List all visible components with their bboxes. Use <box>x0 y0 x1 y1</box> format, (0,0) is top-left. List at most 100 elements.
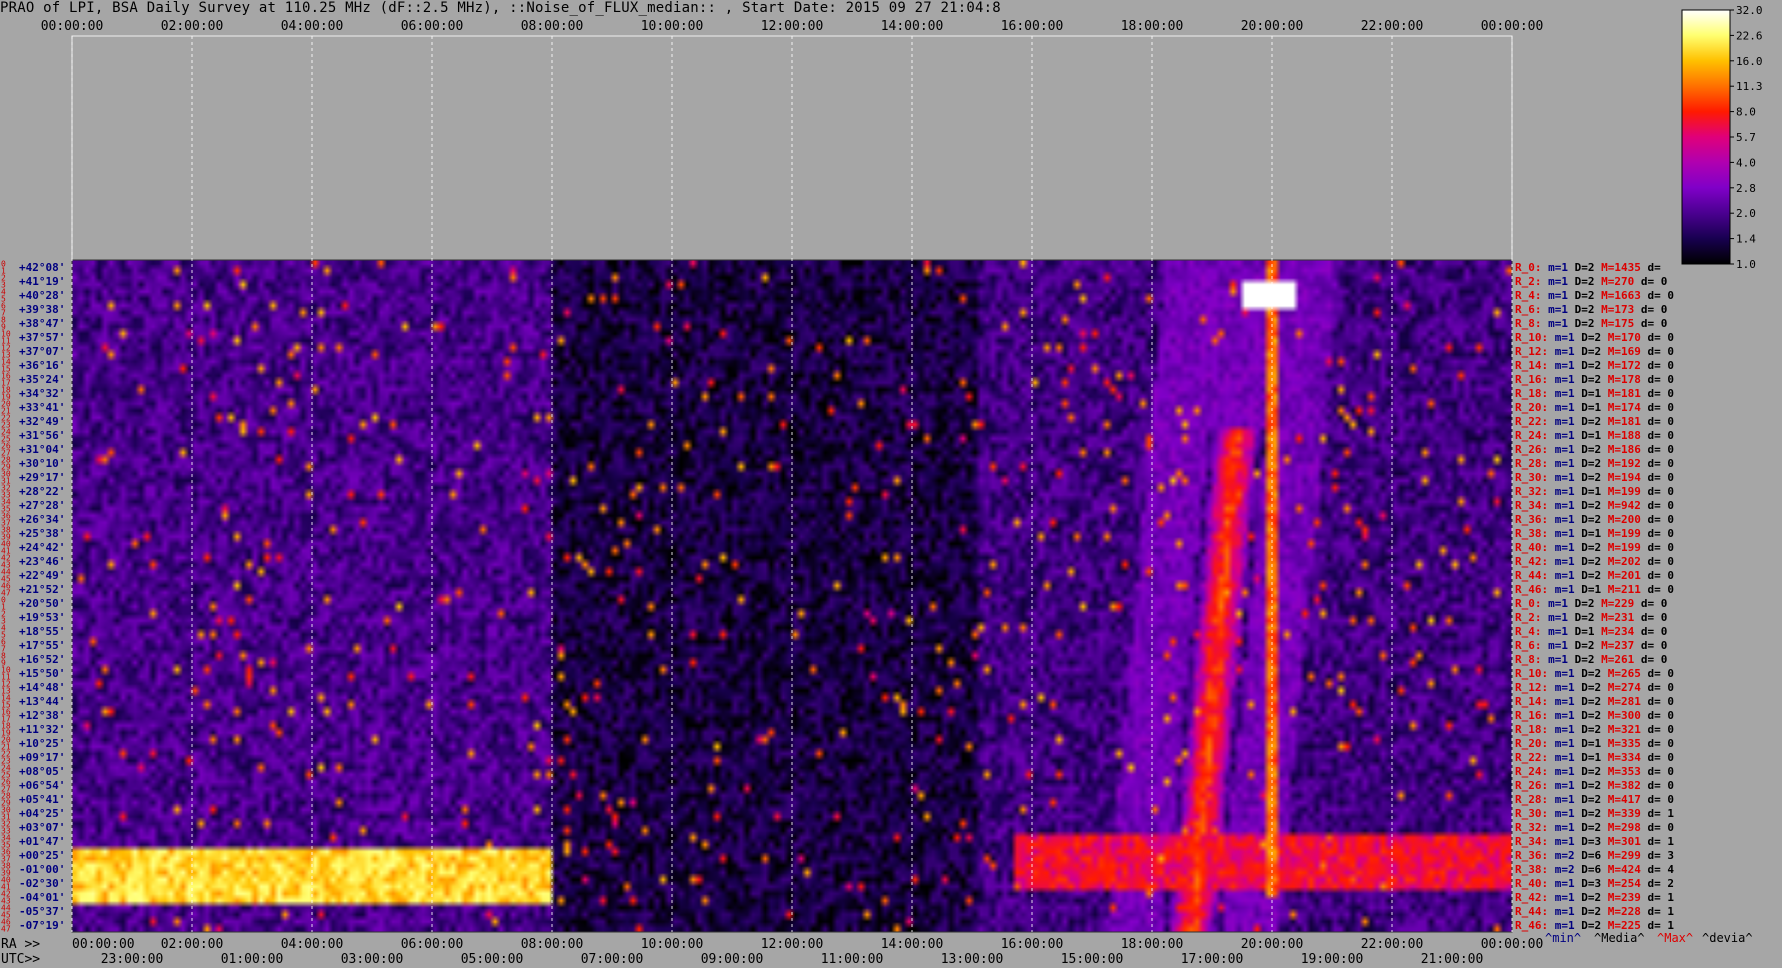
row-stat: R_40: m=1 D=2 M=199 d= 0 <box>1515 541 1674 554</box>
colorbar-tick-label: 2.8 <box>1736 182 1756 195</box>
row-stat: R_20: m=1 D=1 M=174 d= 0 <box>1515 401 1674 414</box>
declination-label: +06°54' <box>19 779 65 792</box>
colorbar-tick-label: 1.0 <box>1736 258 1756 271</box>
row-stat: R_4: m=1 D=2 M=1663 d= 0 <box>1515 289 1674 302</box>
x-tick-utc: 19:00:00 <box>1301 952 1364 967</box>
legend-max: ^Max^ <box>1657 931 1693 945</box>
declination-label: +36°16' <box>19 359 65 372</box>
x-tick-utc: 23:00:00 <box>101 952 164 967</box>
declination-label: +12°38' <box>19 709 65 722</box>
x-tick-utc: 03:00:00 <box>341 952 404 967</box>
declination-label: +19°53' <box>19 611 65 624</box>
declination-label: +35°24' <box>19 373 65 386</box>
x-tick-ra: 00:00:00 <box>72 937 135 952</box>
declination-label: +11°32' <box>19 723 65 736</box>
colorbar-tick-label: 4.0 <box>1736 156 1756 169</box>
row-stat: R_36: m=1 D=2 M=200 d= 0 <box>1515 513 1674 526</box>
row-stat: R_0: m=1 D=2 M=229 d= 0 <box>1515 597 1667 610</box>
declination-label: -04°01' <box>19 891 65 904</box>
row-stat: R_16: m=1 D=2 M=300 d= 0 <box>1515 709 1674 722</box>
declination-label: +31°04' <box>19 443 65 456</box>
declination-label: +26°34' <box>19 513 65 526</box>
declination-label: +18°55' <box>19 625 65 638</box>
declination-label: +22°49' <box>19 569 65 582</box>
declination-label: +27°28' <box>19 499 65 512</box>
declination-label: +04°25' <box>19 807 65 820</box>
row-stat: R_44: m=1 D=2 M=201 d= 0 <box>1515 569 1674 582</box>
declination-label: +33°41' <box>19 401 65 414</box>
x-tick-ra: 14:00:00 <box>881 937 944 952</box>
x-tick-utc: 13:00:00 <box>941 952 1004 967</box>
row-stat: R_34: m=1 D=2 M=942 d= 0 <box>1515 499 1674 512</box>
empty-plot-area <box>71 35 1513 261</box>
row-stat: R_40: m=1 D=3 M=254 d= 2 <box>1515 877 1674 890</box>
declination-label: +34°32' <box>19 387 65 400</box>
colorbar-tick-label: 22.6 <box>1736 29 1763 42</box>
declination-label: +30°10' <box>19 457 65 470</box>
legend-devia: ^devia^ <box>1702 931 1753 945</box>
x-tick-ra: 12:00:00 <box>761 937 824 952</box>
row-stat: R_34: m=1 D=3 M=301 d= 1 <box>1515 835 1674 848</box>
row-stat: R_28: m=1 D=2 M=192 d= 0 <box>1515 457 1674 470</box>
colorbar-tick-label: 32.0 <box>1736 4 1763 17</box>
declination-label: +21°52' <box>19 583 65 596</box>
row-stat: R_38: m=1 D=1 M=199 d= 0 <box>1515 527 1674 540</box>
declination-label: -02°30' <box>19 877 65 890</box>
x-tick-utc: 17:00:00 <box>1181 952 1244 967</box>
x-tick-top: 16:00:00 <box>1001 19 1064 34</box>
row-stat: R_8: m=1 D=2 M=175 d= 0 <box>1515 317 1667 330</box>
x-tick-top: 18:00:00 <box>1121 19 1184 34</box>
row-stat: R_16: m=1 D=2 M=178 d= 0 <box>1515 373 1674 386</box>
row-stat: R_24: m=1 D=2 M=353 d= 0 <box>1515 765 1674 778</box>
declination-label: -01°00' <box>19 863 65 876</box>
declination-label: +42°08' <box>19 261 65 274</box>
declination-label: +03°07' <box>19 821 65 834</box>
x-tick-top: 00:00:00 <box>1481 19 1544 34</box>
row-stat: R_2: m=1 D=2 M=270 d= 0 <box>1515 275 1667 288</box>
colorbar-tick-label: 2.0 <box>1736 207 1756 220</box>
colorbar-tick-label: 5.7 <box>1736 131 1756 144</box>
declination-label: +40°28' <box>19 289 65 302</box>
declination-label: +09°17' <box>19 751 65 764</box>
x-tick-ra: 16:00:00 <box>1001 937 1064 952</box>
row-stat: R_24: m=1 D=1 M=188 d= 0 <box>1515 429 1674 442</box>
row-stat: R_10: m=1 D=2 M=265 d= 0 <box>1515 667 1674 680</box>
row-stat: R_18: m=1 D=2 M=321 d= 0 <box>1515 723 1674 736</box>
colorbar-tick-label: 11.3 <box>1736 80 1763 93</box>
x-tick-utc: 09:00:00 <box>701 952 764 967</box>
legend-media: ^Media^ <box>1594 931 1645 945</box>
row-stat: R_12: m=1 D=2 M=274 d= 0 <box>1515 681 1674 694</box>
declination-label: +10°25' <box>19 737 65 750</box>
row-stat: R_20: m=1 D=1 M=335 d= 0 <box>1515 737 1674 750</box>
declination-label: +41°19' <box>19 275 65 288</box>
declination-label: -07°19' <box>19 919 65 932</box>
row-stat: R_18: m=1 D=1 M=181 d= 0 <box>1515 387 1674 400</box>
x-tick-top: 20:00:00 <box>1241 19 1304 34</box>
x-tick-utc: 07:00:00 <box>581 952 644 967</box>
row-stat: R_10: m=1 D=2 M=170 d= 0 <box>1515 331 1674 344</box>
declination-label: +01°47' <box>19 835 65 848</box>
row-stat: R_42: m=1 D=2 M=202 d= 0 <box>1515 555 1674 568</box>
row-stat: R_12: m=1 D=2 M=169 d= 0 <box>1515 345 1674 358</box>
declination-label: +15°50' <box>19 667 65 680</box>
declination-label: +23°46' <box>19 555 65 568</box>
row-stat: R_28: m=1 D=2 M=417 d= 0 <box>1515 793 1674 806</box>
x-tick-ra: 22:00:00 <box>1361 937 1424 952</box>
ra-prefix: RA >> <box>1 937 40 952</box>
x-tick-utc: 11:00:00 <box>821 952 884 967</box>
declination-label: +37°07' <box>19 345 65 358</box>
x-tick-utc: 05:00:00 <box>461 952 524 967</box>
declination-label: -05°37' <box>19 905 65 918</box>
row-stat: R_42: m=1 D=2 M=239 d= 1 <box>1515 891 1674 904</box>
x-tick-ra: 10:00:00 <box>641 937 704 952</box>
declination-label: +00°25' <box>19 849 65 862</box>
row-stat: R_46: m=1 D=1 M=211 d= 0 <box>1515 583 1674 596</box>
colorbar <box>1681 9 1731 265</box>
x-tick-ra: 00:00:00 <box>1481 937 1544 952</box>
legend-min: ^min^ <box>1545 931 1581 945</box>
declination-label: +28°22' <box>19 485 65 498</box>
x-tick-ra: 06:00:00 <box>401 937 464 952</box>
row-number: 47 <box>1 925 11 934</box>
declination-label: +05°41' <box>19 793 65 806</box>
x-tick-top: 04:00:00 <box>281 19 344 34</box>
